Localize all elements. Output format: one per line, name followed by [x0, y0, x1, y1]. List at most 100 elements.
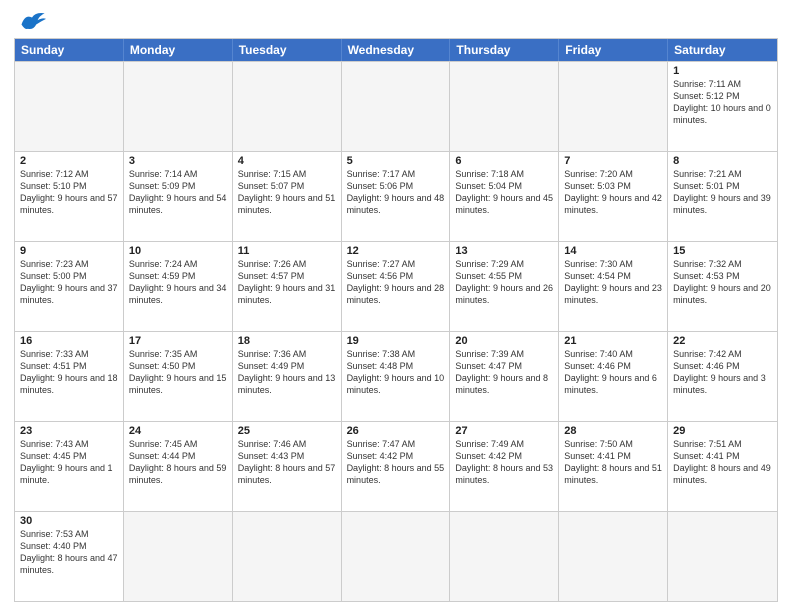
empty-cell: [342, 62, 451, 151]
day-info: Sunrise: 7:53 AM Sunset: 4:40 PM Dayligh…: [20, 528, 118, 577]
day-info: Sunrise: 7:30 AM Sunset: 4:54 PM Dayligh…: [564, 258, 662, 307]
calendar-row-5: 30Sunrise: 7:53 AM Sunset: 4:40 PM Dayli…: [15, 511, 777, 601]
weekday-header-friday: Friday: [559, 39, 668, 61]
day-cell-21: 21Sunrise: 7:40 AM Sunset: 4:46 PM Dayli…: [559, 332, 668, 421]
day-cell-4: 4Sunrise: 7:15 AM Sunset: 5:07 PM Daylig…: [233, 152, 342, 241]
day-cell-2: 2Sunrise: 7:12 AM Sunset: 5:10 PM Daylig…: [15, 152, 124, 241]
logo-text: [14, 10, 46, 32]
weekday-header-saturday: Saturday: [668, 39, 777, 61]
day-number: 17: [129, 335, 227, 347]
logo: [14, 10, 46, 32]
day-info: Sunrise: 7:20 AM Sunset: 5:03 PM Dayligh…: [564, 168, 662, 217]
page: SundayMondayTuesdayWednesdayThursdayFrid…: [0, 0, 792, 612]
calendar-row-0: 1Sunrise: 7:11 AM Sunset: 5:12 PM Daylig…: [15, 61, 777, 151]
day-info: Sunrise: 7:46 AM Sunset: 4:43 PM Dayligh…: [238, 438, 336, 487]
day-info: Sunrise: 7:11 AM Sunset: 5:12 PM Dayligh…: [673, 78, 772, 127]
day-info: Sunrise: 7:50 AM Sunset: 4:41 PM Dayligh…: [564, 438, 662, 487]
calendar-row-3: 16Sunrise: 7:33 AM Sunset: 4:51 PM Dayli…: [15, 331, 777, 421]
day-info: Sunrise: 7:36 AM Sunset: 4:49 PM Dayligh…: [238, 348, 336, 397]
day-number: 19: [347, 335, 445, 347]
day-cell-23: 23Sunrise: 7:43 AM Sunset: 4:45 PM Dayli…: [15, 422, 124, 511]
day-info: Sunrise: 7:38 AM Sunset: 4:48 PM Dayligh…: [347, 348, 445, 397]
day-number: 8: [673, 155, 772, 167]
empty-cell: [342, 512, 451, 601]
day-cell-11: 11Sunrise: 7:26 AM Sunset: 4:57 PM Dayli…: [233, 242, 342, 331]
day-number: 14: [564, 245, 662, 257]
day-info: Sunrise: 7:12 AM Sunset: 5:10 PM Dayligh…: [20, 168, 118, 217]
weekday-header-wednesday: Wednesday: [342, 39, 451, 61]
day-number: 24: [129, 425, 227, 437]
day-info: Sunrise: 7:42 AM Sunset: 4:46 PM Dayligh…: [673, 348, 772, 397]
day-number: 9: [20, 245, 118, 257]
day-cell-15: 15Sunrise: 7:32 AM Sunset: 4:53 PM Dayli…: [668, 242, 777, 331]
day-cell-16: 16Sunrise: 7:33 AM Sunset: 4:51 PM Dayli…: [15, 332, 124, 421]
day-number: 26: [347, 425, 445, 437]
day-cell-13: 13Sunrise: 7:29 AM Sunset: 4:55 PM Dayli…: [450, 242, 559, 331]
day-cell-5: 5Sunrise: 7:17 AM Sunset: 5:06 PM Daylig…: [342, 152, 451, 241]
day-number: 6: [455, 155, 553, 167]
logo-bird-icon: [18, 10, 46, 32]
day-cell-26: 26Sunrise: 7:47 AM Sunset: 4:42 PM Dayli…: [342, 422, 451, 511]
day-number: 13: [455, 245, 553, 257]
weekday-header-monday: Monday: [124, 39, 233, 61]
day-number: 29: [673, 425, 772, 437]
day-info: Sunrise: 7:51 AM Sunset: 4:41 PM Dayligh…: [673, 438, 772, 487]
day-info: Sunrise: 7:21 AM Sunset: 5:01 PM Dayligh…: [673, 168, 772, 217]
day-info: Sunrise: 7:39 AM Sunset: 4:47 PM Dayligh…: [455, 348, 553, 397]
day-number: 7: [564, 155, 662, 167]
weekday-header-sunday: Sunday: [15, 39, 124, 61]
day-cell-17: 17Sunrise: 7:35 AM Sunset: 4:50 PM Dayli…: [124, 332, 233, 421]
day-info: Sunrise: 7:23 AM Sunset: 5:00 PM Dayligh…: [20, 258, 118, 307]
day-number: 30: [20, 515, 118, 527]
calendar: SundayMondayTuesdayWednesdayThursdayFrid…: [14, 38, 778, 602]
day-info: Sunrise: 7:18 AM Sunset: 5:04 PM Dayligh…: [455, 168, 553, 217]
day-info: Sunrise: 7:35 AM Sunset: 4:50 PM Dayligh…: [129, 348, 227, 397]
header: [14, 10, 778, 32]
empty-cell: [668, 512, 777, 601]
day-info: Sunrise: 7:49 AM Sunset: 4:42 PM Dayligh…: [455, 438, 553, 487]
day-number: 1: [673, 65, 772, 77]
day-info: Sunrise: 7:40 AM Sunset: 4:46 PM Dayligh…: [564, 348, 662, 397]
day-cell-24: 24Sunrise: 7:45 AM Sunset: 4:44 PM Dayli…: [124, 422, 233, 511]
day-number: 27: [455, 425, 553, 437]
day-info: Sunrise: 7:43 AM Sunset: 4:45 PM Dayligh…: [20, 438, 118, 487]
empty-cell: [450, 62, 559, 151]
day-cell-12: 12Sunrise: 7:27 AM Sunset: 4:56 PM Dayli…: [342, 242, 451, 331]
empty-cell: [233, 512, 342, 601]
weekday-header-tuesday: Tuesday: [233, 39, 342, 61]
day-info: Sunrise: 7:45 AM Sunset: 4:44 PM Dayligh…: [129, 438, 227, 487]
day-info: Sunrise: 7:24 AM Sunset: 4:59 PM Dayligh…: [129, 258, 227, 307]
day-number: 12: [347, 245, 445, 257]
day-cell-22: 22Sunrise: 7:42 AM Sunset: 4:46 PM Dayli…: [668, 332, 777, 421]
day-number: 3: [129, 155, 227, 167]
day-number: 23: [20, 425, 118, 437]
day-number: 10: [129, 245, 227, 257]
empty-cell: [15, 62, 124, 151]
day-number: 20: [455, 335, 553, 347]
empty-cell: [124, 62, 233, 151]
day-info: Sunrise: 7:15 AM Sunset: 5:07 PM Dayligh…: [238, 168, 336, 217]
empty-cell: [559, 512, 668, 601]
empty-cell: [233, 62, 342, 151]
day-number: 28: [564, 425, 662, 437]
day-cell-20: 20Sunrise: 7:39 AM Sunset: 4:47 PM Dayli…: [450, 332, 559, 421]
day-cell-28: 28Sunrise: 7:50 AM Sunset: 4:41 PM Dayli…: [559, 422, 668, 511]
day-cell-3: 3Sunrise: 7:14 AM Sunset: 5:09 PM Daylig…: [124, 152, 233, 241]
day-cell-10: 10Sunrise: 7:24 AM Sunset: 4:59 PM Dayli…: [124, 242, 233, 331]
empty-cell: [450, 512, 559, 601]
day-number: 25: [238, 425, 336, 437]
empty-cell: [124, 512, 233, 601]
day-cell-1: 1Sunrise: 7:11 AM Sunset: 5:12 PM Daylig…: [668, 62, 777, 151]
day-number: 21: [564, 335, 662, 347]
weekday-header-thursday: Thursday: [450, 39, 559, 61]
day-cell-6: 6Sunrise: 7:18 AM Sunset: 5:04 PM Daylig…: [450, 152, 559, 241]
calendar-row-1: 2Sunrise: 7:12 AM Sunset: 5:10 PM Daylig…: [15, 151, 777, 241]
day-number: 5: [347, 155, 445, 167]
day-cell-30: 30Sunrise: 7:53 AM Sunset: 4:40 PM Dayli…: [15, 512, 124, 601]
day-info: Sunrise: 7:14 AM Sunset: 5:09 PM Dayligh…: [129, 168, 227, 217]
day-number: 22: [673, 335, 772, 347]
day-cell-25: 25Sunrise: 7:46 AM Sunset: 4:43 PM Dayli…: [233, 422, 342, 511]
day-number: 16: [20, 335, 118, 347]
day-info: Sunrise: 7:17 AM Sunset: 5:06 PM Dayligh…: [347, 168, 445, 217]
day-info: Sunrise: 7:29 AM Sunset: 4:55 PM Dayligh…: [455, 258, 553, 307]
